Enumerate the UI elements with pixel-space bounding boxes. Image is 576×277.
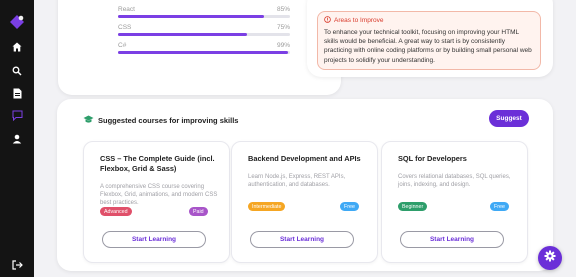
course-card: SQL for Developers Covers relational dat… [381,141,528,263]
skill-label: C# [118,42,127,49]
settings-fab[interactable] [538,246,562,270]
gear-icon [544,249,556,267]
level-badge: Beginner [398,202,428,211]
logout-icon[interactable] [0,257,34,273]
skill-progress-track [118,15,290,18]
course-description: Covers relational databases, SQL queries… [398,174,511,188]
search-icon[interactable] [0,62,34,80]
suggested-title: Suggested courses for improving skills [98,116,239,125]
level-badge: Advanced [100,207,132,216]
sidebar [0,0,34,277]
price-badge: Paid [189,207,208,216]
start-learning-button[interactable]: Start Learning [250,231,354,248]
alert-circle-icon [324,16,331,25]
suggested-courses-card: Suggested courses for improving skills S… [57,99,553,271]
insights-card: Areas to Improve To enhance your technic… [307,0,553,77]
level-badge: Intermediate [248,202,286,211]
improve-text: To enhance your technical toolkit, focus… [324,29,532,64]
skill-label: CSS [118,24,132,31]
skill-label: React [118,6,135,13]
skill-percent: 99% [276,42,290,49]
suggest-button[interactable]: Suggest [489,110,529,127]
improve-header: Areas to Improve [324,16,534,25]
start-learning-button[interactable]: Start Learning [102,231,206,248]
areas-to-improve: Areas to Improve To enhance your technic… [317,11,541,70]
graduation-cap-icon [83,115,94,126]
skill-progress-track [118,51,290,54]
course-card: CSS – The Complete Guide (incl. Flexbox,… [83,141,230,263]
logo-icon[interactable] [0,8,34,36]
start-learning-button[interactable]: Start Learning [400,231,504,248]
price-badge: Free [340,202,359,211]
main-content: React 85% CSS 75% C# 99% Areas to Improv… [34,0,576,277]
skill-progress-track [118,33,290,36]
course-title: CSS – The Complete Guide (incl. Flexbox,… [100,154,215,173]
course-title: SQL for Developers [398,154,467,163]
skill-percent: 75% [276,24,290,31]
document-icon[interactable] [0,84,34,102]
user-icon[interactable] [0,130,34,148]
suggested-header: Suggested courses for improving skills [83,115,238,126]
course-title: Backend Development and APIs [248,154,361,163]
skill-progress-fill [118,15,265,18]
skill-progress-fill [118,51,289,54]
improve-title: Areas to Improve [334,17,384,24]
course-description: Learn Node.js, Express, REST APIs, authe… [248,174,346,188]
skill-progress-fill [118,33,247,36]
price-badge: Free [490,202,509,211]
home-icon[interactable] [0,38,34,56]
course-card: Backend Development and APIs Learn Node.… [231,141,378,263]
course-description: A comprehensive CSS course covering Flex… [100,184,218,206]
skill-percent: 85% [276,6,290,13]
skills-card: React 85% CSS 75% C# 99% [58,0,341,95]
chat-icon[interactable] [0,104,34,126]
